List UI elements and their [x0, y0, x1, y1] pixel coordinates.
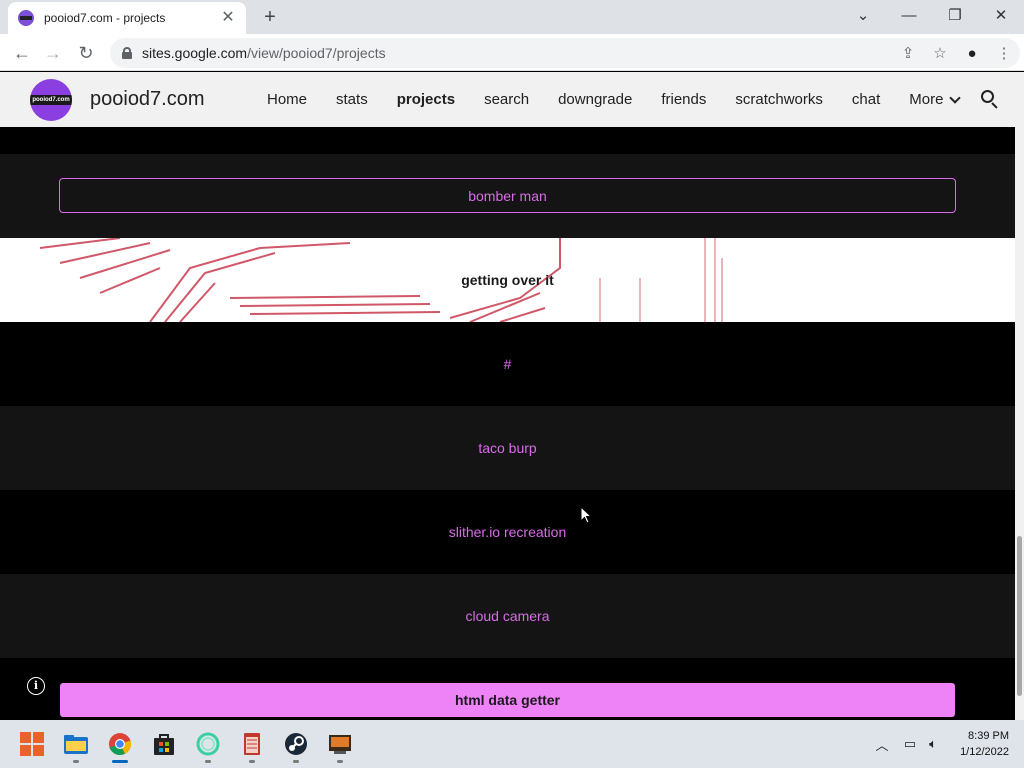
html-data-getter-button[interactable]: html data getter	[60, 683, 955, 717]
tab-search-icon[interactable]: ⌄	[843, 4, 883, 28]
info-icon[interactable]: i	[27, 677, 45, 695]
cloud-camera-link[interactable]: cloud camera	[465, 608, 549, 624]
taco-burp-section: taco burp	[0, 406, 1015, 490]
site-title[interactable]: pooiod7.com	[90, 88, 205, 111]
close-tab-icon[interactable]: ✕	[220, 10, 236, 26]
site-search-button[interactable]	[980, 89, 1000, 109]
windows-logo-icon	[20, 732, 44, 756]
profile-icon[interactable]: ●	[956, 45, 988, 62]
store-taskbar-button[interactable]	[148, 728, 180, 760]
back-button[interactable]: ←	[9, 40, 35, 66]
nav-chat[interactable]: chat	[852, 91, 880, 108]
chrome-icon	[109, 733, 132, 756]
url-path: /view/pooiod7/projects	[247, 45, 386, 61]
chrome-taskbar-button[interactable]	[104, 728, 136, 763]
clock-time: 8:39 PM	[968, 730, 1009, 742]
page-scrollbar[interactable]	[1015, 72, 1024, 720]
start-button[interactable]	[16, 728, 48, 760]
minimize-button[interactable]: —	[889, 4, 929, 28]
restore-button[interactable]: ❐	[935, 4, 975, 28]
game-app-taskbar-button[interactable]	[324, 728, 356, 763]
nav-stats[interactable]: stats	[336, 91, 368, 108]
nav-home[interactable]: Home	[267, 91, 307, 108]
clock-date: 1/12/2022	[960, 746, 1009, 758]
cloud-camera-section: cloud camera	[0, 574, 1015, 658]
app-ring-taskbar-button[interactable]	[192, 728, 224, 763]
reload-button[interactable]: ↻	[73, 40, 99, 66]
logo-text: pooiod7.com	[32, 97, 70, 103]
url-host: sites.google.com	[142, 45, 248, 61]
notepad-taskbar-button[interactable]	[236, 728, 268, 763]
site-nav: Home stats projects search downgrade fri…	[267, 72, 962, 127]
steam-icon	[285, 733, 307, 755]
nav-more-menu[interactable]: More	[909, 91, 962, 108]
nav-scratchworks[interactable]: scratchworks	[735, 91, 823, 108]
taskbar: ︿ ▭ 🔈︎ 8:39 PM 1/12/2022	[0, 720, 1024, 768]
show-hidden-icons-chevron-up-icon[interactable]: ︿	[872, 735, 892, 754]
close-window-button[interactable]: ✕	[981, 4, 1021, 28]
steam-taskbar-button[interactable]	[280, 728, 312, 763]
bomber-man-button[interactable]: bomber man	[59, 178, 956, 213]
forward-button[interactable]: →	[40, 40, 66, 66]
volume-icon[interactable]: 🔈︎	[922, 736, 944, 752]
bookmark-star-icon[interactable]: ☆	[924, 44, 956, 62]
game-app-icon	[329, 735, 351, 754]
slither-section: slither.io recreation	[0, 490, 1015, 574]
browser-tab[interactable]: pooiod7.com - projects ✕	[8, 2, 246, 34]
chevron-down-icon	[949, 91, 962, 104]
file-explorer-taskbar-button[interactable]	[60, 728, 92, 763]
browser-tab-bar: pooiod7.com - projects ✕ + ⌄ — ❐ ✕	[0, 0, 1024, 34]
folder-icon	[64, 735, 88, 754]
nav-search[interactable]: search	[484, 91, 529, 108]
green-ring-icon	[196, 732, 220, 756]
taskbar-clock[interactable]: 8:39 PM 1/12/2022	[960, 728, 1009, 760]
notepad-icon	[244, 733, 260, 755]
tab-title: pooiod7.com - projects	[44, 11, 166, 25]
getting-over-it-banner[interactable]: getting over it	[0, 238, 1015, 322]
browser-toolbar: ← → ↻ sites.google.com/view/pooiod7/proj…	[0, 34, 1024, 71]
new-tab-button[interactable]: +	[258, 6, 282, 29]
browser-menu-icon[interactable]: ⋮	[988, 44, 1020, 62]
nav-more-label: More	[909, 91, 944, 108]
slither-recreation-link[interactable]: slither.io recreation	[449, 524, 567, 540]
share-icon[interactable]: ⇪	[892, 44, 924, 62]
nav-friends[interactable]: friends	[661, 91, 706, 108]
scrollbar-thumb[interactable]	[1017, 536, 1022, 696]
lock-icon	[122, 47, 132, 59]
store-bag-icon	[154, 734, 174, 755]
getting-over-it-label: getting over it	[461, 272, 554, 288]
hash-link[interactable]: #	[504, 356, 512, 372]
mouse-cursor-icon	[580, 506, 593, 524]
hash-section: #	[0, 322, 1015, 406]
site-favicon-icon	[18, 10, 34, 26]
taco-burp-link[interactable]: taco burp	[478, 440, 536, 456]
nav-projects[interactable]: projects	[397, 91, 455, 108]
nav-downgrade[interactable]: downgrade	[558, 91, 632, 108]
site-header: pooiod7.com pooiod7.com Home stats proje…	[0, 72, 1015, 127]
site-logo[interactable]: pooiod7.com	[30, 79, 72, 121]
network-icon[interactable]: ▭	[898, 736, 922, 752]
page-content: bomber man getting over it # taco burp s…	[0, 127, 1015, 720]
address-bar[interactable]: sites.google.com/view/pooiod7/projects ⇪…	[110, 38, 1020, 68]
system-tray: ︿ ▭ 🔈︎	[872, 720, 944, 768]
